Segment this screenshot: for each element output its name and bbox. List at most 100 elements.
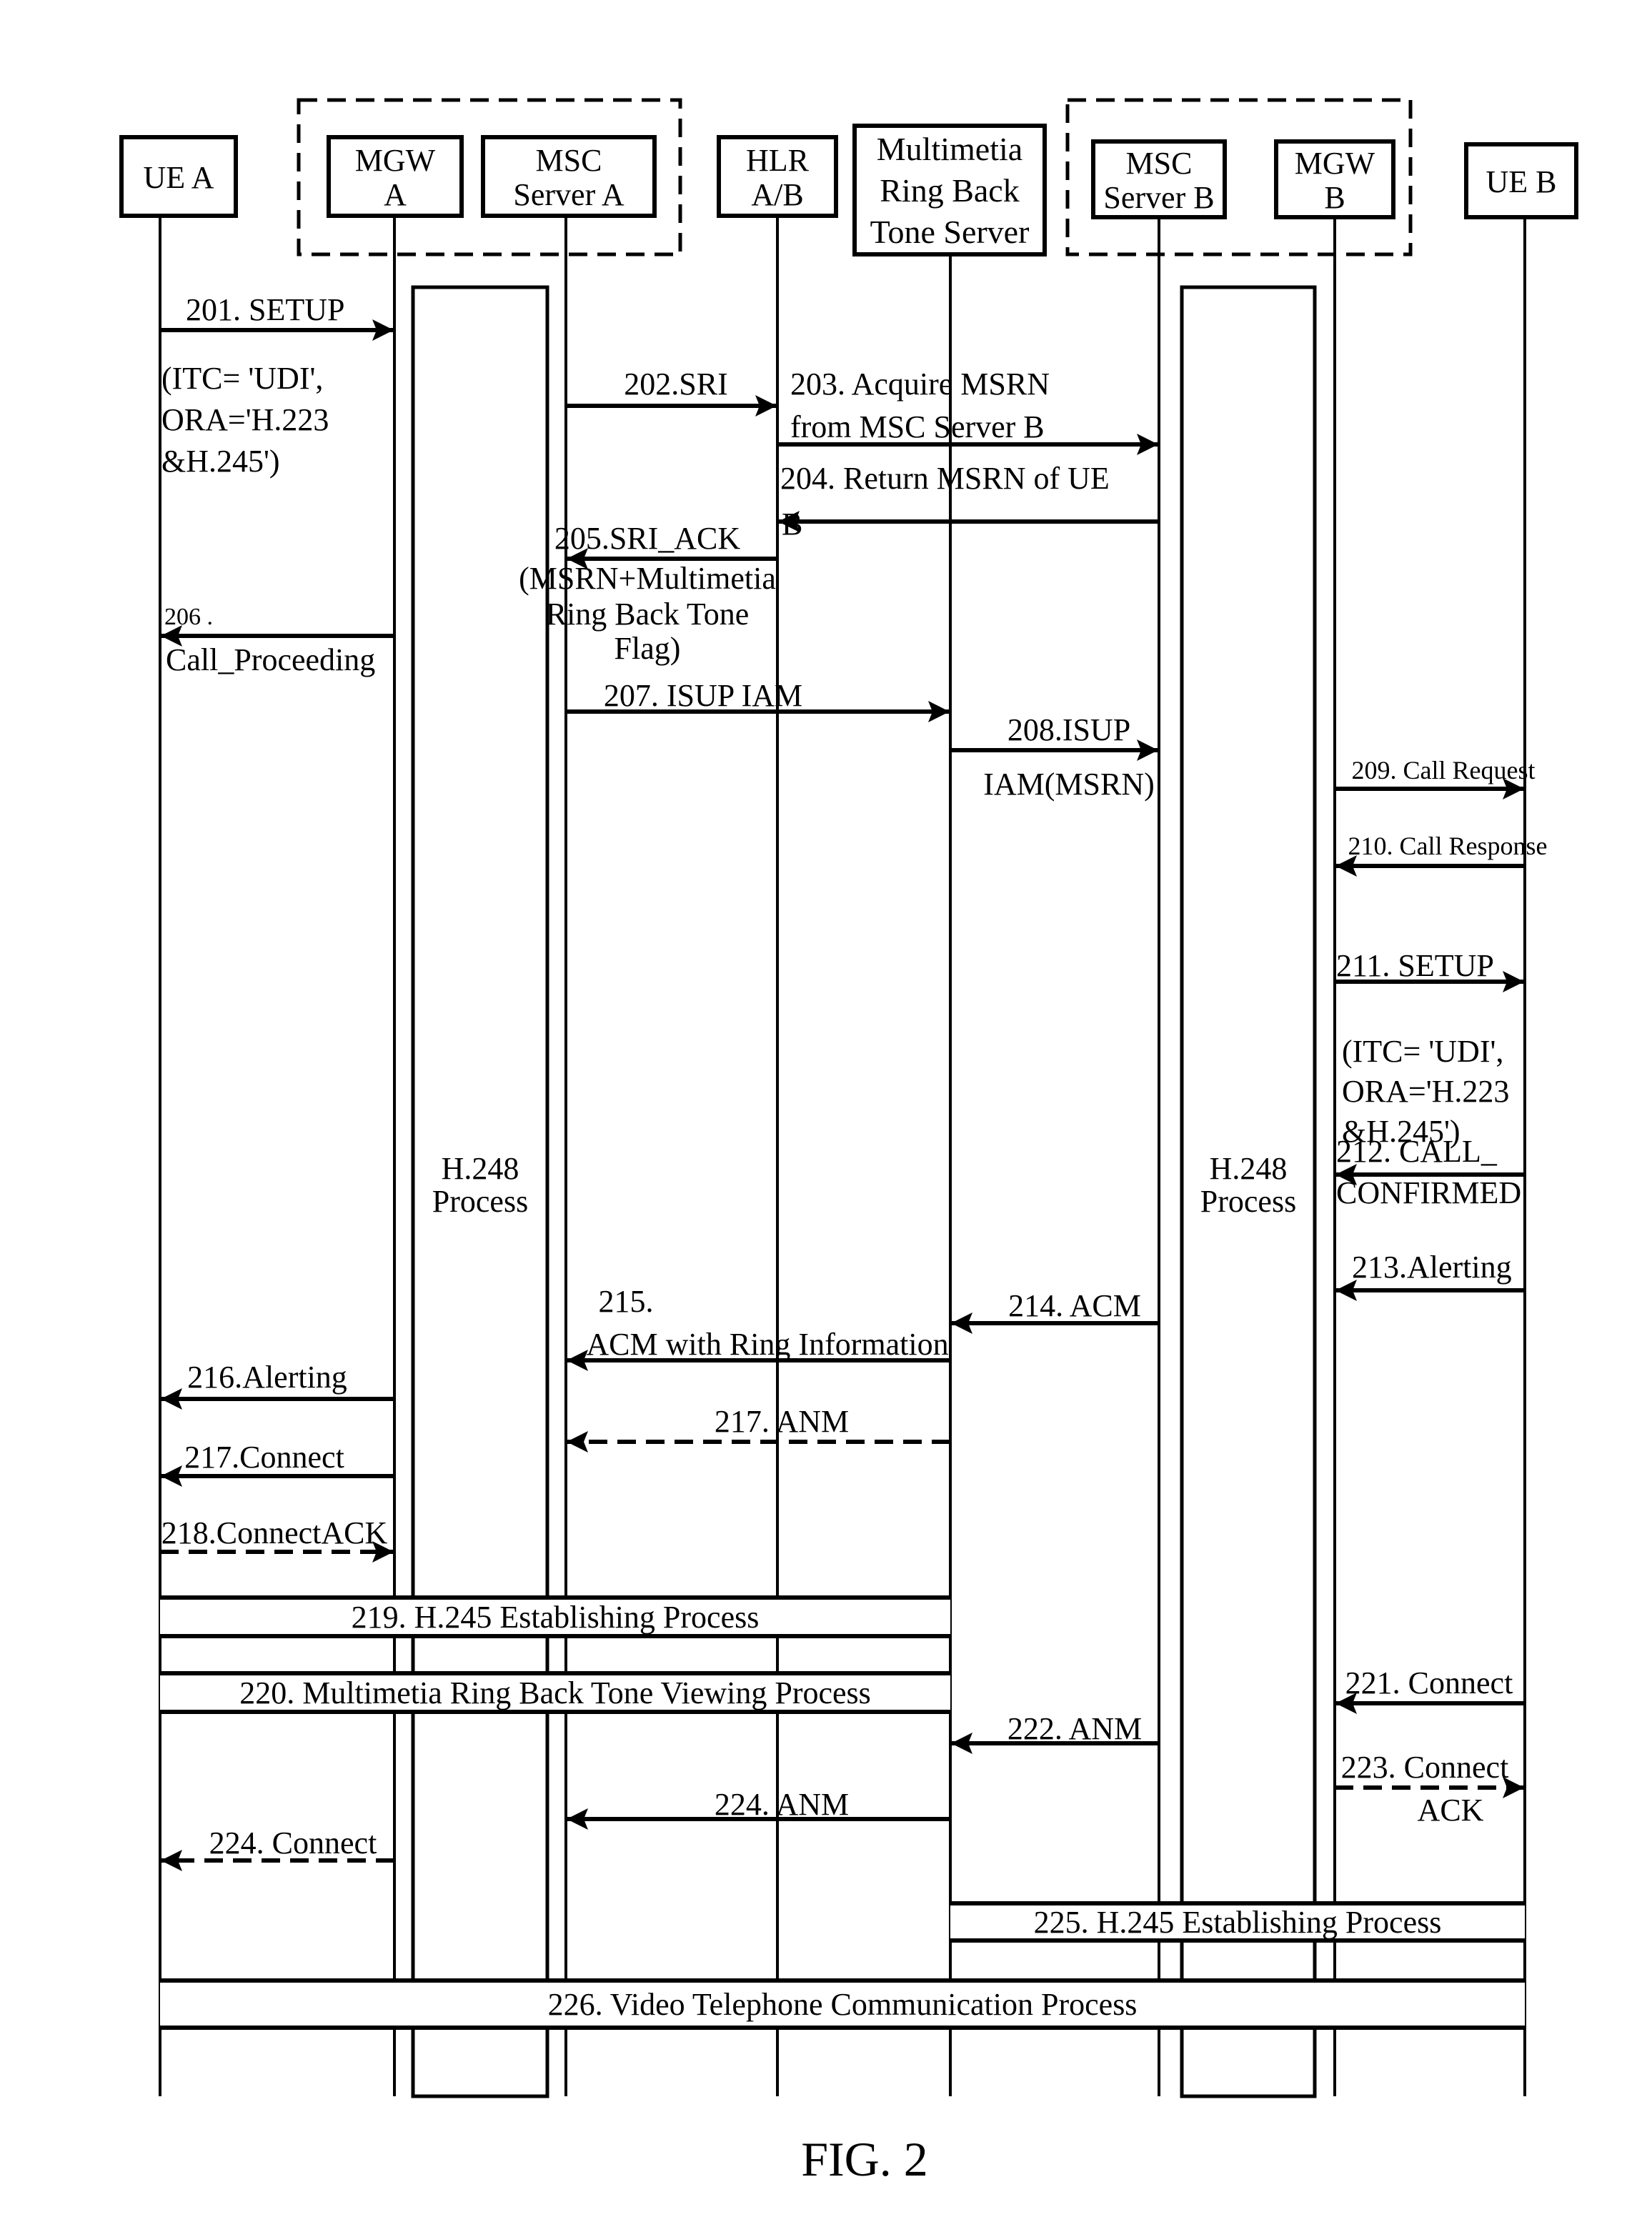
message-label: 210. Call Response (1348, 832, 1548, 860)
message-label: 212. CALL_ (1336, 1134, 1498, 1169)
message-label: Flag) (614, 631, 681, 666)
process-span-225: 225. H.245 Establishing Process (950, 1901, 1525, 1943)
process-span-219: 219. H.245 Establishing Process (160, 1595, 950, 1638)
process-label: Process (432, 1184, 528, 1219)
entity-label: Multimetia (877, 131, 1022, 167)
message-label: 218.ConnectACK (161, 1515, 388, 1550)
message-217b: 217.Connect (161, 1440, 394, 1487)
message-label: 224. ANM (715, 1787, 849, 1822)
message-203: 203. Acquire MSRN from MSC Server B (777, 367, 1158, 455)
message-210: 210. Call Response (1335, 832, 1548, 877)
message-label: Ring Back Tone (546, 597, 750, 632)
message-label: 215. (599, 1284, 654, 1319)
process-label: Process (1200, 1184, 1296, 1219)
message-label: 223. Connect (1341, 1750, 1509, 1785)
message-217a: 217. ANM (567, 1404, 950, 1453)
sequence-diagram: H.248ProcessH.248Process UE A MGWAMSCServ… (119, 98, 1578, 2186)
entity-label: MGW (1295, 146, 1375, 181)
entity-label: MSC (536, 143, 602, 178)
message-label: 202.SRI (624, 367, 727, 402)
message-label: Call_Proceeding (166, 642, 375, 677)
entity-label: Server B (1103, 180, 1214, 215)
message-label: 211. SETUP (1336, 948, 1494, 983)
message-label: B (782, 507, 802, 542)
message-label: (ITC= 'UDI', (161, 361, 323, 396)
message-209: 209. Call Request (1335, 756, 1535, 799)
message-222: 222. ANM (951, 1711, 1159, 1754)
message-label: CONFIRMED (1336, 1175, 1521, 1210)
message-label: 217. ANM (715, 1404, 849, 1439)
figure-caption: FIG. 2 (801, 2132, 928, 2186)
process-span-226: 226. Video Telephone Communication Proce… (160, 1978, 1525, 2030)
message-221: 221. Connect (1335, 1665, 1525, 1714)
entity-label: Ring Back (880, 172, 1019, 209)
process-span-220: 220. Multimetia Ring Back Tone Viewing P… (160, 1671, 950, 1714)
entity-box-msc-b: MSCServer B (1091, 139, 1227, 219)
message-label: 201. SETUP (186, 292, 344, 327)
message-label: 221. Connect (1345, 1665, 1513, 1700)
message-label: 224. Connect (209, 1825, 377, 1860)
message-label: 206 . (164, 604, 213, 630)
message-label: 222. ANM (1007, 1711, 1142, 1746)
message-204: 204. Return MSRN of UE B (778, 461, 1159, 542)
message-label: ORA='H.223 (1342, 1074, 1509, 1109)
message-211: 211. SETUP(ITC= 'UDI',ORA='H.223&H.245') (1335, 948, 1524, 1149)
process-span-label: 226. Video Telephone Communication Proce… (548, 1987, 1138, 2022)
message-224b: 224. Connect (161, 1825, 394, 1871)
entity-label: UE B (1486, 164, 1557, 199)
message-223: 223. Connect ACK (1335, 1750, 1524, 1828)
message-213: 213.Alerting (1335, 1250, 1525, 1301)
message-label: from MSC Server B (790, 409, 1045, 444)
message-214: 214. ACM (951, 1288, 1159, 1334)
entity-label: MSC (1126, 146, 1193, 181)
entity-label: UE A (144, 160, 214, 195)
message-label: ORA='H.223 (161, 402, 329, 437)
message-207: 207. ISUP IAM (566, 678, 950, 722)
message-216: 216.Alerting (161, 1360, 394, 1410)
message-206: 206 . Call_Proceeding (161, 604, 394, 677)
process-label: H.248 (442, 1151, 519, 1186)
entity-label: Tone Server (870, 214, 1030, 250)
message-label: 205.SRI_ACK (554, 521, 741, 556)
message-label: &H.245') (161, 444, 280, 479)
message-label: (MSRN+Multimetia (519, 561, 776, 596)
entity-box-msc-a: MSCServer A (481, 135, 657, 218)
message-label: 203. Acquire MSRN (790, 367, 1050, 402)
entity-label: Server A (513, 177, 624, 212)
entity-box-mrbt: Multimetia Ring Back Tone Server (852, 124, 1047, 256)
message-label: 214. ACM (1008, 1288, 1141, 1323)
message-label: 217.Connect (184, 1440, 344, 1475)
process-span-label: 225. H.245 Establishing Process (1034, 1905, 1442, 1940)
message-label: ACM with Ring Information (586, 1327, 948, 1362)
process-box-h248-b: H.248Process (1180, 285, 1317, 2098)
message-202: 202.SRI (566, 367, 777, 417)
message-label: 204. Return MSRN of UE (780, 461, 1110, 496)
message-218: 218.ConnectACK (160, 1515, 394, 1563)
entity-box-ue-a: UE A (119, 135, 238, 218)
message-208: 208.ISUP IAM(MSRN) (950, 712, 1158, 802)
entity-box-mgw-a: MGWA (327, 135, 464, 218)
message-205: 205.SRI_ACK (MSRN+MultimetiaRing Back Ton… (519, 521, 777, 666)
message-label: IAM(MSRN) (983, 767, 1155, 802)
process-span-label: 220. Multimetia Ring Back Tone Viewing P… (239, 1675, 871, 1710)
process-span-label: 219. H.245 Establishing Process (352, 1600, 760, 1635)
entity-label: A (384, 177, 407, 212)
entity-box-mgw-b: MGWB (1274, 139, 1395, 219)
entity-label: MGW (355, 143, 436, 178)
process-label: H.248 (1210, 1151, 1288, 1186)
message-label: 216.Alerting (187, 1360, 347, 1395)
message-212: 212. CALL_ CONFIRMED (1335, 1134, 1525, 1210)
entity-box-hlr: HLRA/B (717, 135, 838, 218)
message-label: (ITC= 'UDI', (1342, 1034, 1503, 1069)
entity-label: HLR (746, 143, 810, 178)
message-224a: 224. ANM (567, 1787, 950, 1830)
message-label: ACK (1418, 1793, 1484, 1828)
message-215: 215. ACM with Ring Information (567, 1284, 950, 1371)
entity-label: A/B (751, 177, 803, 212)
message-201: 201. SETUP (ITC= 'UDI', ORA='H.223&H.245') (160, 292, 394, 479)
entity-box-ue-b: UE B (1464, 142, 1578, 219)
message-label: 213.Alerting (1352, 1250, 1512, 1285)
message-label: 208.ISUP (1007, 712, 1130, 747)
message-label: 207. ISUP IAM (604, 678, 802, 713)
entity-label: B (1324, 180, 1345, 215)
